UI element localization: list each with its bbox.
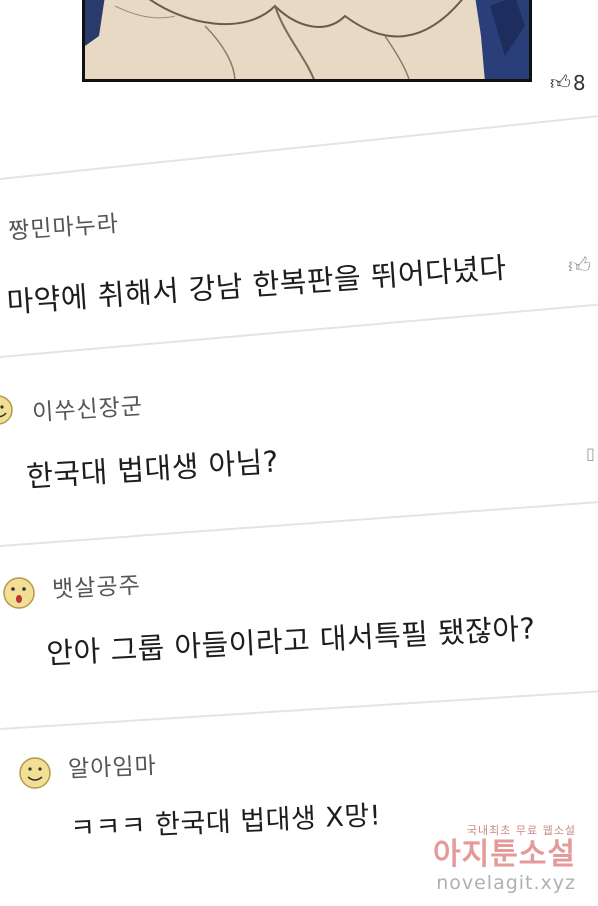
webtoon-panel-artwork	[82, 0, 532, 82]
artwork-illustration	[85, 0, 529, 79]
paper-divider	[0, 113, 598, 180]
watermark-brand: 아지툰소설	[433, 837, 576, 872]
site-watermark: 국내최초 무료 웹소설 아지툰소설 novelagit.xyz	[433, 822, 576, 894]
comment-text: 안아 그룹 아들이라고 대서특필 됐잖아?	[45, 611, 537, 671]
comment-text: 한국대 법대생 아님?	[25, 444, 280, 494]
watermark-url: novelagit.xyz	[436, 872, 576, 894]
thumbs-up-icon[interactable]: 👍︎	[568, 252, 591, 279]
comment-text: ㅋㅋㅋ 한국대 법대생 X망!	[69, 800, 382, 845]
comment-text: 마약에 취해서 강남 한복판을 뛰어다녔다	[5, 250, 508, 320]
smiley-avatar-icon	[0, 395, 13, 425]
like-count: 8	[572, 70, 586, 95]
smiley-avatar-icon	[19, 757, 51, 789]
paper-divider	[0, 689, 598, 730]
thumbs-up-icon: 👍︎	[550, 70, 571, 94]
watermark-tagline: 국내최초 무료 웹소설	[466, 824, 576, 837]
like-button[interactable]: 👍︎ 8	[550, 70, 586, 95]
thumbs-up-icon[interactable]: ▯	[586, 444, 595, 463]
comment-username: 뱃살공주	[51, 572, 142, 604]
comment-username: 이쑤신장군	[31, 393, 144, 427]
paper-divider	[0, 499, 598, 547]
comment-username: 짱민마누라	[7, 211, 120, 245]
surprised-avatar-icon	[3, 577, 35, 609]
comment-username: 알아임마	[67, 753, 158, 783]
